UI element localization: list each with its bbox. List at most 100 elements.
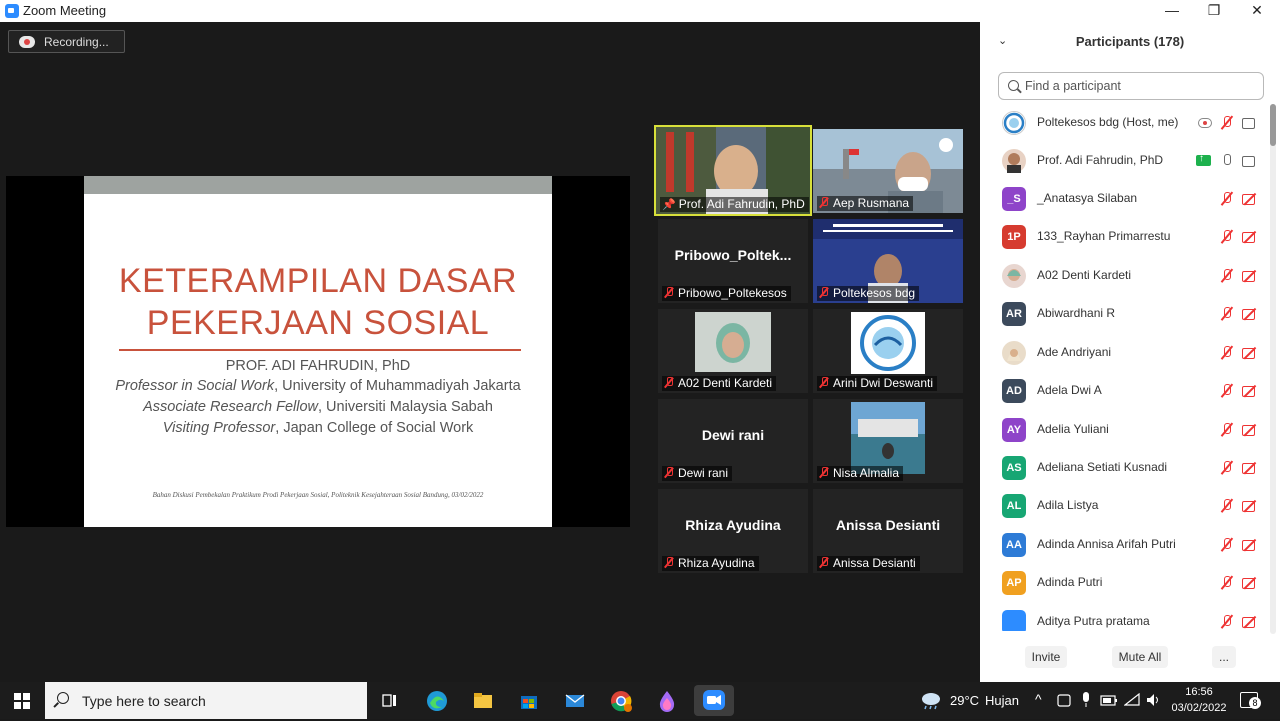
scrollbar-thumb[interactable] xyxy=(1270,104,1276,146)
participant-row[interactable]: Aditya Putra pratama xyxy=(1000,607,1270,631)
participant-search[interactable] xyxy=(998,72,1264,100)
participant-name: Abiwardhani R xyxy=(1037,306,1116,320)
speaker-volume-icon[interactable] xyxy=(1146,693,1162,707)
muted-mic-icon[interactable] xyxy=(1220,307,1234,321)
microphone-icon[interactable] xyxy=(1080,692,1092,708)
participant-name: Prof. Adi Fahrudin, PhD xyxy=(1037,153,1164,167)
participants-scrollbar[interactable] xyxy=(1270,104,1276,634)
shared-screen[interactable]: KETERAMPILAN DASAR PEKERJAAN SOSIAL PROF… xyxy=(6,176,630,527)
participant-row[interactable]: Ade Andriyani xyxy=(1000,338,1270,368)
video-tile[interactable]: Pribowo_Poltek... Pribowo_Poltekesos xyxy=(658,219,808,303)
task-view-icon[interactable] xyxy=(377,688,403,714)
video-tile[interactable]: A02 Denti Kardeti xyxy=(658,309,808,393)
avatar xyxy=(1002,149,1026,173)
participant-row[interactable]: AP Adinda Putri xyxy=(1000,568,1270,598)
notification-center-icon[interactable]: 8 xyxy=(1240,692,1261,709)
video-camera-icon[interactable] xyxy=(1242,117,1258,129)
participant-search-input[interactable] xyxy=(1023,77,1253,95)
recording-indicator[interactable]: Recording... xyxy=(8,30,125,53)
muted-mic-icon xyxy=(664,287,674,298)
chrome-browser-icon[interactable] xyxy=(608,688,634,714)
video-tile[interactable]: Rhiza Ayudina Rhiza Ayudina xyxy=(658,489,808,573)
file-explorer-icon[interactable] xyxy=(470,688,496,714)
muted-mic-icon[interactable] xyxy=(1220,461,1234,475)
institution-3: , Japan College of Social Work xyxy=(275,420,474,436)
taskbar-search[interactable]: Type here to search xyxy=(45,682,367,719)
battery-icon[interactable] xyxy=(1100,695,1118,707)
muted-mic-icon[interactable] xyxy=(1220,384,1234,398)
tile-name-label: Dewi rani xyxy=(662,466,733,481)
weather-rain-icon[interactable] xyxy=(920,690,942,710)
participant-row[interactable]: 1P 133_Rayhan Primarrestu xyxy=(1000,222,1270,252)
video-off-icon[interactable] xyxy=(1242,424,1258,436)
weather-temperature[interactable]: 29°C xyxy=(950,693,979,708)
muted-mic-icon[interactable] xyxy=(1220,423,1234,437)
meet-now-icon[interactable] xyxy=(1057,693,1071,709)
video-off-icon[interactable] xyxy=(1242,577,1258,589)
video-off-icon[interactable] xyxy=(1242,539,1258,551)
wifi-icon[interactable] xyxy=(1124,693,1140,707)
more-options-button[interactable]: ... xyxy=(1212,646,1236,668)
video-off-icon[interactable] xyxy=(1242,231,1258,243)
participant-row[interactable]: _S _Anatasya Silaban xyxy=(1000,184,1270,214)
participant-name: Poltekesos bdg (Host, me) xyxy=(1037,115,1179,129)
video-off-icon[interactable] xyxy=(1242,385,1258,397)
muted-mic-icon[interactable] xyxy=(1220,615,1234,629)
mute-all-button[interactable]: Mute All xyxy=(1112,646,1168,668)
muted-mic-icon[interactable] xyxy=(1220,538,1234,552)
video-tile[interactable]: Anissa Desianti Anissa Desianti xyxy=(813,489,963,573)
video-tile[interactable]: Arini Dwi Deswanti xyxy=(813,309,963,393)
participant-name: Adila Listya xyxy=(1037,498,1099,512)
participant-row[interactable]: AD Adela Dwi A xyxy=(1000,376,1270,406)
show-hidden-icons-chevron-icon[interactable]: ^ xyxy=(1035,691,1042,707)
muted-mic-icon[interactable] xyxy=(1220,576,1234,590)
video-tile[interactable]: Dewi rani Dewi rani xyxy=(658,399,808,483)
invite-button[interactable]: Invite xyxy=(1025,646,1067,668)
participant-row[interactable]: Poltekesos bdg (Host, me) xyxy=(1000,108,1270,138)
microphone-icon[interactable] xyxy=(1220,154,1234,168)
video-off-icon[interactable] xyxy=(1242,308,1258,320)
restore-button[interactable]: ❐ xyxy=(1202,1,1226,19)
avatar: _S xyxy=(1002,187,1026,211)
paint-drop-icon[interactable] xyxy=(654,688,680,714)
weather-description[interactable]: Hujan xyxy=(985,693,1019,708)
video-off-icon[interactable] xyxy=(1242,616,1258,628)
video-off-icon[interactable] xyxy=(1242,347,1258,359)
avatar: AY xyxy=(1002,418,1026,442)
participant-row[interactable]: AL Adila Listya xyxy=(1000,491,1270,521)
video-tile[interactable]: Aep Rusmana xyxy=(813,129,963,213)
participant-row[interactable]: AA Adinda Annisa Arifah Putri xyxy=(1000,530,1270,560)
participant-name: Aditya Putra pratama xyxy=(1037,614,1150,628)
muted-mic-icon xyxy=(819,467,829,478)
video-camera-icon[interactable] xyxy=(1242,155,1258,167)
video-tile-active-speaker[interactable]: 📌 Prof. Adi Fahrudin, PhD xyxy=(654,125,812,216)
tile-name-label: A02 Denti Kardeti xyxy=(662,376,777,391)
taskbar-clock[interactable]: 16:56 03/02/2022 xyxy=(1170,684,1228,716)
participant-name: _Anatasya Silaban xyxy=(1037,191,1138,205)
video-off-icon[interactable] xyxy=(1242,500,1258,512)
video-tile[interactable]: Nisa Almalia xyxy=(813,399,963,483)
video-tile[interactable]: Poltekesos bdg xyxy=(813,219,963,303)
video-off-icon[interactable] xyxy=(1242,270,1258,282)
mail-icon[interactable] xyxy=(562,688,588,714)
participant-row[interactable]: AS Adeliana Setiati Kusnadi xyxy=(1000,453,1270,483)
zoom-taskbar-icon[interactable] xyxy=(694,685,734,716)
muted-mic-icon[interactable] xyxy=(1220,269,1234,283)
edge-browser-icon[interactable] xyxy=(424,688,450,714)
microsoft-store-icon[interactable] xyxy=(516,688,542,714)
muted-mic-icon[interactable] xyxy=(1220,192,1234,206)
muted-mic-icon[interactable] xyxy=(1220,116,1234,130)
video-off-icon[interactable] xyxy=(1242,462,1258,474)
participant-row[interactable]: AR Abiwardhani R xyxy=(1000,299,1270,329)
close-button[interactable]: ✕ xyxy=(1245,1,1269,19)
participant-row[interactable]: A02 Denti Kardeti xyxy=(1000,261,1270,291)
muted-mic-icon[interactable] xyxy=(1220,346,1234,360)
participant-row[interactable]: Prof. Adi Fahrudin, PhD xyxy=(1000,146,1270,176)
muted-mic-icon[interactable] xyxy=(1220,230,1234,244)
windows-start-icon[interactable] xyxy=(14,693,30,709)
minimize-button[interactable]: — xyxy=(1160,1,1184,19)
muted-mic-icon[interactable] xyxy=(1220,499,1234,513)
video-off-icon[interactable] xyxy=(1242,193,1258,205)
avatar xyxy=(1002,610,1026,631)
participant-row[interactable]: AY Adelia Yuliani xyxy=(1000,415,1270,445)
